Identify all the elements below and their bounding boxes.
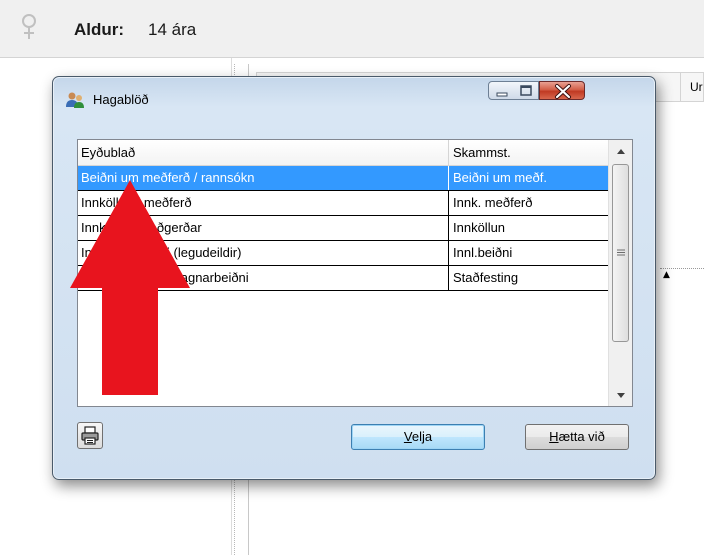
maximize-button[interactable] bbox=[513, 81, 539, 100]
column-divider[interactable] bbox=[448, 140, 449, 166]
row-abbreviation: Innköllun bbox=[453, 220, 506, 235]
caret-up-icon[interactable]: ▲ bbox=[663, 270, 670, 280]
select-button[interactable]: Velja bbox=[351, 424, 485, 450]
grip-icon bbox=[617, 249, 625, 256]
scroll-thumb[interactable] bbox=[612, 164, 629, 342]
scroll-up-icon[interactable] bbox=[609, 140, 633, 162]
printer-icon bbox=[81, 426, 99, 445]
scroll-down-icon[interactable] bbox=[609, 384, 633, 406]
select-button-mnemonic: V bbox=[403, 429, 412, 444]
cancel-button-label: ætta við bbox=[558, 429, 605, 444]
background-divider bbox=[680, 72, 681, 102]
list-header: Eyðublað Skammst. bbox=[78, 140, 608, 166]
print-button[interactable] bbox=[77, 422, 103, 449]
minimize-button[interactable] bbox=[488, 81, 514, 100]
background-header-text: Ur bbox=[690, 80, 703, 94]
close-icon bbox=[555, 84, 571, 99]
close-button[interactable] bbox=[539, 81, 585, 100]
maximize-icon bbox=[520, 85, 532, 96]
column-header-abbreviation[interactable]: Skammst. bbox=[453, 145, 511, 160]
row-abbreviation: Beiðni um meðf. bbox=[453, 170, 547, 185]
cancel-button-mnemonic: H bbox=[549, 429, 559, 444]
female-icon bbox=[22, 14, 36, 39]
patient-header: Aldur: 14 ára bbox=[0, 0, 704, 58]
red-arrow-annotation bbox=[70, 180, 190, 395]
users-icon bbox=[66, 92, 84, 108]
dialog-title: Hagablöð bbox=[93, 92, 149, 107]
row-abbreviation: Staðfesting bbox=[453, 270, 519, 285]
row-abbreviation: Innl.beiðni bbox=[453, 245, 513, 260]
minimize-icon bbox=[496, 92, 508, 97]
cancel-button[interactable]: Hætta við bbox=[525, 424, 629, 450]
row-abbreviation: Innk. meðferð bbox=[453, 195, 533, 210]
vertical-scrollbar[interactable] bbox=[608, 140, 632, 406]
age-value: 14 ára bbox=[148, 20, 197, 39]
age-label: Aldur: bbox=[74, 20, 125, 39]
column-header-form[interactable]: Eyðublað bbox=[81, 145, 135, 160]
select-button-label: elja bbox=[411, 429, 433, 444]
